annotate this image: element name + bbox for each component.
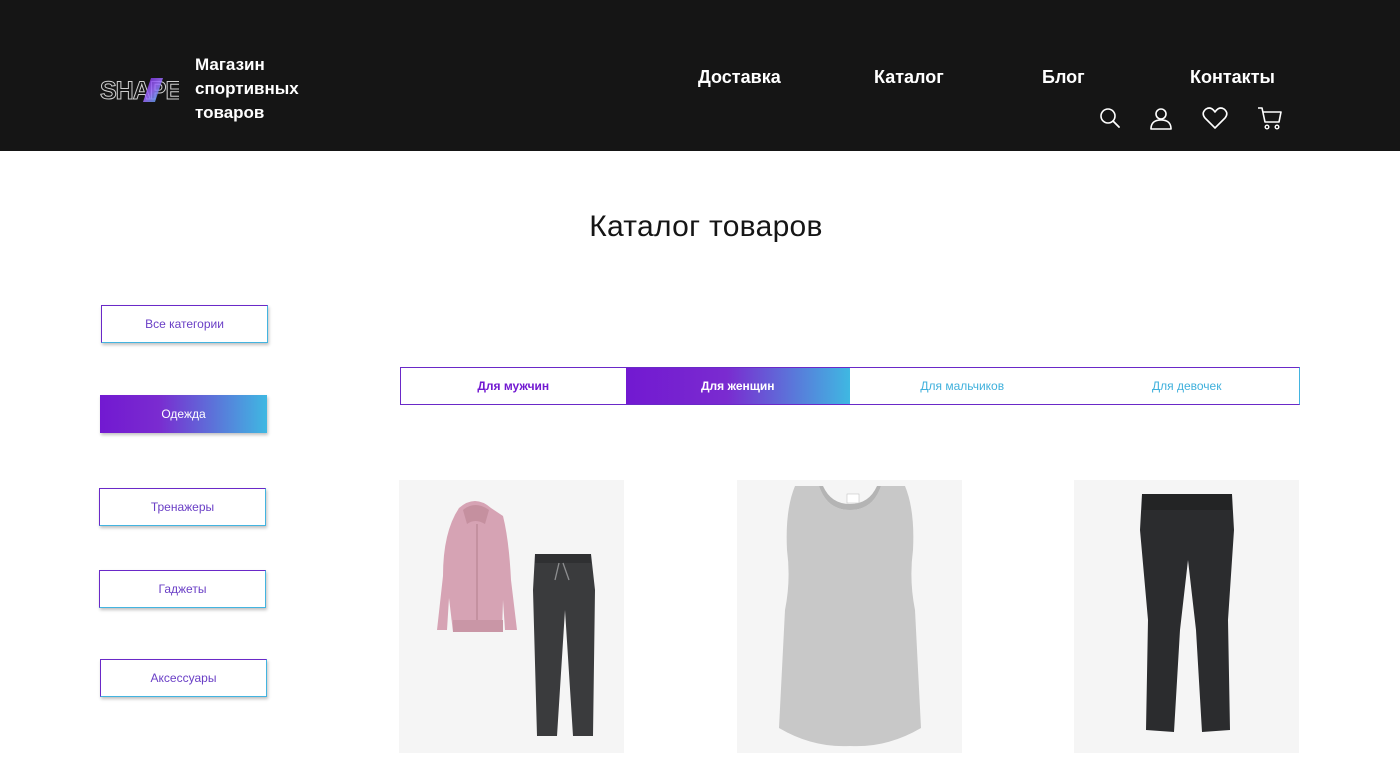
logo[interactable]: SHAPE	[99, 76, 183, 106]
nav-link-blog[interactable]: Блог	[1042, 67, 1085, 88]
cart-icon[interactable]	[1257, 105, 1283, 131]
user-icon[interactable]	[1148, 105, 1174, 131]
nav-link-delivery[interactable]: Доставка	[698, 67, 781, 88]
tab-boys[interactable]: Для мальчиков	[850, 368, 1075, 404]
tab-women[interactable]: Для женщин	[625, 368, 850, 404]
brand-line: товаров	[195, 103, 265, 122]
product-image-leggings	[1140, 494, 1234, 732]
audience-tabs: Для мужчин Для женщин Для мальчиков Для …	[400, 367, 1300, 405]
product-card-tank-top[interactable]	[737, 480, 962, 753]
svg-text:SHAPE: SHAPE	[100, 77, 179, 104]
product-image-tracksuit	[437, 501, 595, 736]
category-accessories[interactable]: Аксессуары	[100, 659, 267, 697]
category-trainers[interactable]: Тренажеры	[99, 488, 266, 526]
brand-line: Магазин	[195, 55, 265, 74]
tab-girls[interactable]: Для девочек	[1075, 368, 1300, 404]
search-icon[interactable]	[1097, 105, 1123, 131]
nav-link-catalog[interactable]: Каталог	[874, 67, 944, 88]
site-header: SHAPE Магазин спортивных товаров Доставк…	[0, 0, 1400, 151]
category-all[interactable]: Все категории	[101, 305, 268, 343]
category-clothing[interactable]: Одежда	[100, 395, 267, 433]
category-gadgets[interactable]: Гаджеты	[99, 570, 266, 608]
product-card-tracksuit[interactable]	[399, 480, 624, 753]
tab-men[interactable]: Для мужчин	[401, 368, 626, 404]
product-image-tank-top	[779, 486, 921, 747]
brand-name: Магазин спортивных товаров	[195, 53, 335, 125]
brand-line: спортивных	[195, 79, 299, 98]
nav-link-contacts[interactable]: Контакты	[1190, 67, 1275, 88]
product-card-leggings[interactable]	[1074, 480, 1299, 753]
page-title: Каталог товаров	[589, 210, 823, 243]
heart-icon[interactable]	[1202, 105, 1228, 131]
